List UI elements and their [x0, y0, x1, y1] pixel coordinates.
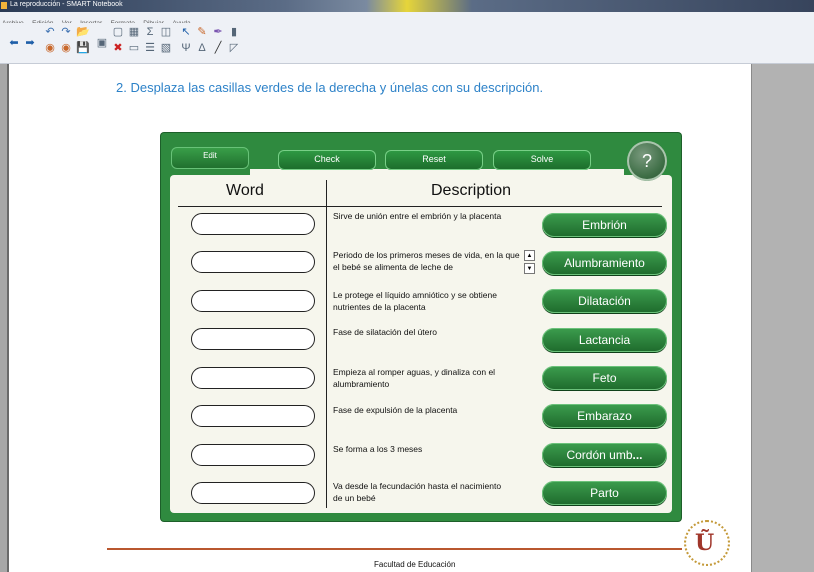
edit-button[interactable]: Edit — [171, 147, 249, 169]
window-title: La reproducción - SMART Notebook — [10, 1, 123, 8]
description-column-header: Description — [431, 182, 512, 199]
word-tile-parto[interactable]: Parto — [542, 481, 667, 505]
next-page-icon[interactable]: ◉ — [60, 42, 72, 54]
footer-text: Facultad de Educación — [374, 560, 456, 569]
select-icon[interactable]: ↖ — [180, 26, 192, 38]
previous-page-icon[interactable]: ◉ — [44, 42, 56, 54]
toolbar: ⬅ ➡ ↶ ↷ 📂 ◉ ◉ 💾 ▣ ▢ ▦ Σ ◫ ✖ ▭ ☰ ▧ ↖ ✎ ✒ … — [0, 23, 814, 64]
description-8: Va desde la fecundación hasta el nacimie… — [333, 481, 502, 503]
solve-button[interactable]: Solve — [493, 150, 591, 170]
overflow-ellipsis: ... — [632, 448, 643, 462]
answer-slot-7[interactable] — [191, 444, 315, 466]
open-file-icon[interactable]: 📂 — [76, 26, 90, 38]
eraser-icon[interactable]: ▮ — [228, 26, 240, 38]
help-button[interactable]: ? — [627, 141, 667, 181]
answer-slot-5[interactable] — [191, 367, 315, 389]
footer-line — [107, 548, 682, 550]
description-5: Empieza al romper aguas, y dinaliza con … — [333, 367, 496, 389]
fill-icon[interactable]: ◸ — [228, 42, 240, 54]
sigma-icon[interactable]: Σ — [144, 26, 156, 38]
header-divider — [178, 206, 662, 207]
description-3: Le protege el líquido amniótico y se obt… — [333, 290, 497, 312]
forward-arrow-icon[interactable]: ➡ — [24, 37, 36, 49]
redo-icon[interactable]: ↷ — [60, 26, 72, 38]
window-titlebar: La reproducción - SMART Notebook — [0, 0, 814, 12]
screen-capture-icon[interactable]: ◫ — [160, 26, 172, 38]
insert-page-icon[interactable]: ▢ — [112, 26, 124, 38]
word-tile-alumbramiento[interactable]: Alumbramiento — [542, 251, 667, 275]
university-logo: Ũ — [684, 520, 730, 566]
gallery-icon[interactable]: ▧ — [160, 42, 172, 54]
description-7: Se forma a los 3 meses — [333, 444, 423, 454]
word-tile-lactancia[interactable]: Lactancia — [542, 328, 667, 352]
right-sidebar — [751, 64, 814, 572]
delete-icon[interactable]: ✖ — [112, 42, 124, 54]
word-tile-embrion[interactable]: Embrión — [542, 213, 667, 237]
instruction-text: 2. Desplaza las casillas verdes de la de… — [116, 80, 544, 95]
back-arrow-icon[interactable]: ⬅ — [8, 37, 20, 49]
word-tile-dilatacion[interactable]: Dilatación — [542, 289, 667, 313]
save-icon[interactable]: 💾 — [76, 42, 90, 54]
description-6: Fase de expulsión de la placenta — [333, 405, 458, 415]
answer-slot-6[interactable] — [191, 405, 315, 427]
pen-icon[interactable]: ✎ — [196, 26, 208, 38]
word-tile-label: Cordón umb — [566, 448, 633, 462]
answer-slot-4[interactable] — [191, 328, 315, 350]
word-tile-cordon-umbilical[interactable]: Cordón umb... — [542, 443, 667, 467]
list-icon[interactable]: ☰ — [144, 42, 156, 54]
creative-pen-icon[interactable]: ✒ — [212, 26, 224, 38]
left-sidebar-edge — [0, 64, 9, 572]
table-icon[interactable]: ▦ — [128, 26, 140, 38]
scroll-down-icon[interactable]: ▼ — [524, 263, 535, 274]
card-top-strip — [250, 169, 624, 179]
scroll-up-icon[interactable]: ▲ — [524, 250, 535, 261]
answer-slot-8[interactable] — [191, 482, 315, 504]
word-tile-feto[interactable]: Feto — [542, 366, 667, 390]
display-icon[interactable]: ▭ — [128, 42, 140, 54]
screen-shade-icon[interactable]: ▣ — [96, 37, 108, 49]
undo-icon[interactable]: ↶ — [44, 26, 56, 38]
text-icon[interactable]: Δ — [196, 42, 208, 54]
word-tile-embarazo[interactable]: Embarazo — [542, 404, 667, 428]
magic-pen-icon[interactable]: Ψ — [180, 42, 192, 54]
answer-slot-2[interactable] — [191, 251, 315, 273]
description-4: Fase de silatación del útero — [333, 327, 437, 337]
check-button[interactable]: Check — [278, 150, 376, 170]
answer-slot-1[interactable] — [191, 213, 315, 235]
smart-notebook-icon — [1, 2, 7, 9]
description-2: Periodo de los primeros meses de vida, e… — [333, 250, 520, 272]
word-column-header: Word — [226, 182, 264, 199]
line-icon[interactable]: ╱ — [212, 42, 224, 54]
description-1: Sirve de unión entre el embrión y la pla… — [333, 211, 502, 221]
reset-button[interactable]: Reset — [385, 150, 483, 170]
column-divider — [326, 180, 327, 508]
answer-slot-3[interactable] — [191, 290, 315, 312]
